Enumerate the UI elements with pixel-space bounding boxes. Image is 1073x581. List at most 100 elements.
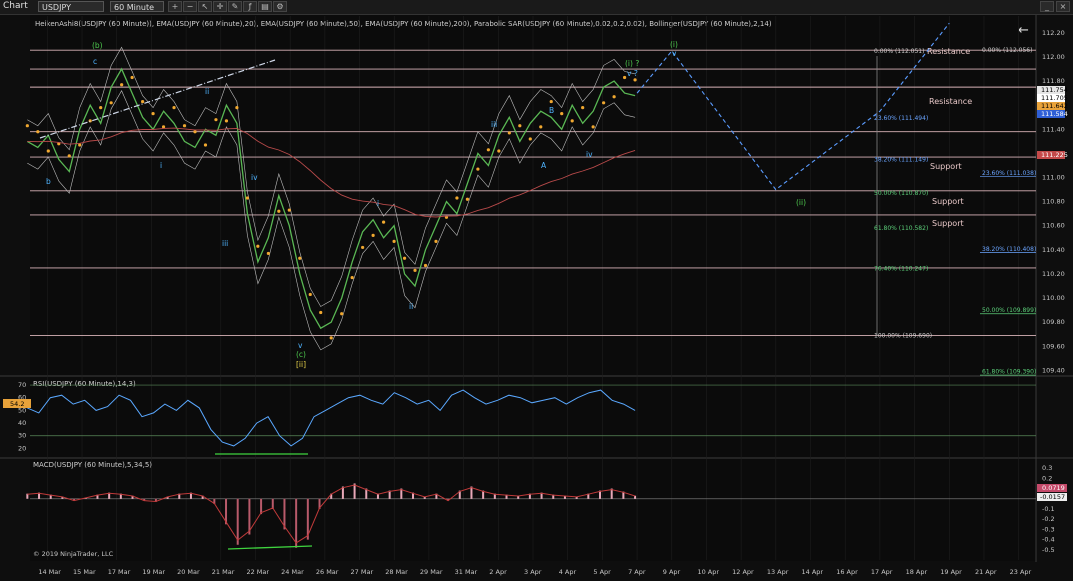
wave-label: (ii) [796, 198, 806, 207]
x-tick-label: 17 Mar [108, 568, 131, 576]
sar-dot [486, 148, 490, 152]
sar-dot [78, 143, 82, 147]
sar-dot [224, 119, 229, 123]
wave-label: c [93, 57, 97, 66]
y-tick-label: 109.80 [1042, 318, 1065, 326]
sar-dot [277, 209, 281, 213]
support-label: Support [932, 219, 964, 228]
fib-level-label: 0.00% (112.051) [874, 48, 924, 55]
sar-dot [214, 118, 218, 122]
rsi-label: RSI(USDJPY (60 Minute),14,3) [33, 380, 136, 388]
y-tick-label: 111.40 [1042, 125, 1065, 133]
macd-tick-label: -0.4 [1042, 536, 1055, 544]
fib-level-label: 50.00% (109.899) [982, 307, 1036, 314]
indicators-legend: HeikenAshi8(USDJPY (60 Minute)), EMA(USD… [35, 20, 772, 28]
sar-dot [507, 131, 511, 135]
macd-tick-label: -0.5 [1042, 546, 1055, 554]
price-tag: 111.705 [1041, 94, 1068, 102]
x-tick-label: 28 Mar [385, 568, 408, 576]
sar-dot [497, 149, 501, 153]
x-tick-label: 14 Mar [38, 568, 61, 576]
wave-label: ii [409, 302, 413, 311]
fib-level-label: 76.40% (110.247) [874, 265, 928, 272]
sar-dot [203, 143, 208, 147]
x-tick-label: 3 Apr [524, 568, 542, 576]
x-tick-label: 20 Mar [177, 568, 200, 576]
sar-dot [539, 125, 543, 129]
sar-dot [151, 112, 155, 116]
macd-histogram-bar [236, 498, 239, 545]
sar-dot [308, 292, 312, 297]
sar-dot [256, 244, 260, 248]
sar-dot [340, 312, 344, 316]
macd-tick-label: -0.2 [1042, 515, 1055, 523]
x-tick-label: 18 Apr [906, 568, 928, 576]
x-tick-label: 2 Apr [489, 568, 507, 576]
sar-dot [109, 101, 113, 105]
sar-dot [560, 112, 564, 116]
fib-level-label: 23.60% (111.038) [982, 170, 1036, 177]
x-tick-label: 13 Apr [767, 568, 789, 576]
fib-level-label: 100.00% (109.690) [874, 332, 932, 339]
wave-label: v [298, 341, 303, 350]
wave-label: v [672, 49, 677, 58]
sar-dot [130, 75, 134, 80]
wave-label: b [46, 177, 51, 186]
sar-dot [235, 106, 239, 110]
wave-label: A [541, 161, 547, 170]
x-tick-label: 19 Mar [142, 568, 165, 576]
price-tag: 111.642 [1041, 102, 1068, 110]
resistance-label: Resistance [927, 47, 970, 56]
macd-label: MACD(USDJPY (60 Minute),5,34,5) [33, 461, 152, 469]
sar-dot [319, 310, 323, 315]
wave-label: iv [586, 150, 593, 159]
back-arrow-icon[interactable]: ← [1018, 23, 1029, 38]
sar-dot [476, 167, 480, 171]
copyright: © 2019 NinjaTrader, LLC [33, 550, 114, 558]
support-label: Support [930, 162, 962, 171]
rsi-tick-label: 40 [18, 419, 26, 427]
sar-dot [287, 208, 291, 212]
fib-level-label: 61.80% (109.390) [982, 369, 1036, 376]
sar-dot [298, 256, 302, 260]
sar-dot [402, 256, 407, 260]
sar-dot [193, 130, 197, 134]
x-tick-label: 16 Apr [836, 568, 858, 576]
wave-label: i [377, 199, 379, 208]
y-tick-label: 110.00 [1042, 294, 1065, 302]
x-tick-label: 10 Apr [697, 568, 719, 576]
fib-level-label: 50.00% (110.870) [874, 190, 928, 197]
fib-level-label: 38.20% (111.149) [874, 157, 928, 164]
sar-dot [182, 124, 187, 128]
rsi-tick-label: 70 [18, 381, 26, 389]
y-tick-label: 112.20 [1042, 29, 1065, 37]
price-tag: 111.584 [1041, 110, 1068, 118]
fib-level-label: 61.80% (110.582) [874, 225, 928, 232]
wave-label: [ii] [296, 360, 306, 369]
wave-label: iii [222, 239, 228, 248]
x-tick-label: 17 Apr [871, 568, 893, 576]
rsi-tick-label: 20 [18, 444, 26, 452]
sar-dot [88, 119, 92, 123]
x-tick-label: 26 Mar [316, 568, 339, 576]
y-tick-label: 110.40 [1042, 246, 1065, 254]
x-tick-label: 4 Apr [559, 568, 577, 576]
sar-dot [549, 99, 553, 104]
sar-dot [413, 268, 417, 272]
macd-tick-label: -0.1 [1042, 505, 1055, 513]
x-tick-label: 31 Mar [455, 568, 478, 576]
sar-dot [622, 75, 627, 80]
macd-histogram-bar [271, 498, 274, 509]
sar-dot [172, 106, 176, 110]
sar-dot [350, 275, 354, 280]
sar-dot [141, 99, 145, 104]
sar-dot [434, 239, 438, 244]
wave-label: B [549, 106, 554, 115]
x-tick-label: 9 Apr [663, 568, 681, 576]
x-tick-label: 14 Apr [802, 568, 824, 576]
x-tick-label: 5 Apr [593, 568, 611, 576]
wave-label: (i) ? [625, 59, 639, 68]
sar-dot [612, 95, 616, 99]
price-tag: 111.754 [1041, 86, 1068, 94]
wave-label: v ? [627, 69, 638, 78]
